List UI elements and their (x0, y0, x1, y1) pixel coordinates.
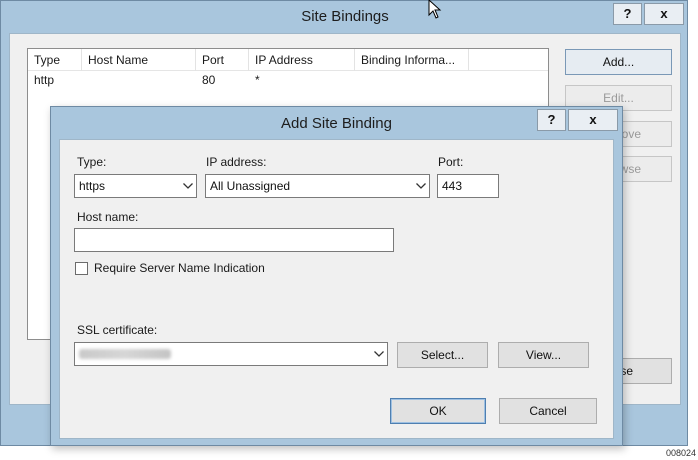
sni-checkbox[interactable] (75, 262, 88, 275)
chevron-down-icon (180, 175, 196, 197)
table-row[interactable]: http 80 * (28, 71, 548, 91)
column-header-host-name[interactable]: Host Name (82, 49, 196, 71)
figure-id: 008024 (665, 448, 696, 458)
column-header-blank (469, 49, 548, 71)
type-select-value: https (79, 179, 106, 193)
close-icon[interactable]: x (644, 3, 684, 25)
column-header-type[interactable]: Type (28, 49, 82, 71)
host-name-label: Host name: (77, 210, 139, 224)
chevron-down-icon (371, 343, 387, 365)
column-header-port[interactable]: Port (196, 49, 249, 71)
row-port: 80 (202, 73, 216, 87)
host-name-input[interactable] (74, 228, 394, 252)
ip-address-select-value: All Unassigned (210, 179, 291, 193)
select-certificate-button[interactable]: Select... (397, 342, 488, 368)
column-header-ip-address[interactable]: IP Address (249, 49, 355, 71)
ssl-certificate-label: SSL certificate: (77, 323, 158, 337)
type-label: Type: (77, 155, 107, 169)
sni-checkbox-label: Require Server Name Indication (94, 261, 265, 275)
port-input[interactable]: 443 (437, 174, 499, 198)
help-button[interactable]: ? (613, 3, 642, 25)
row-host-name (82, 71, 196, 89)
row-ip-address: * (255, 73, 260, 87)
ip-address-select[interactable]: All Unassigned (205, 174, 430, 198)
cancel-button[interactable]: Cancel (499, 398, 597, 424)
column-header-binding-information[interactable]: Binding Informa... (355, 49, 469, 71)
window-title: Site Bindings (301, 8, 389, 25)
type-select[interactable]: https (74, 174, 197, 198)
view-certificate-button[interactable]: View... (498, 342, 589, 368)
chevron-down-icon (413, 175, 429, 197)
row-type: http (34, 73, 55, 87)
list-header: Type Host Name Port IP Address Binding I… (28, 49, 548, 71)
dialog-help-button[interactable]: ? (537, 109, 566, 131)
ssl-certificate-select[interactable] (74, 342, 388, 366)
ok-button[interactable]: OK (390, 398, 486, 424)
add-button[interactable]: Add... (565, 49, 672, 75)
ssl-certificate-redacted-value (79, 349, 171, 359)
dialog-client: Type: https IP address: All Unassigned P… (59, 139, 614, 439)
add-site-binding-dialog: Add Site Binding ? x Type: https IP addr… (50, 106, 623, 446)
mouse-cursor-icon (428, 0, 442, 19)
port-label: Port: (438, 155, 464, 169)
dialog-close-icon[interactable]: x (568, 109, 618, 131)
ip-address-label: IP address: (206, 155, 267, 169)
